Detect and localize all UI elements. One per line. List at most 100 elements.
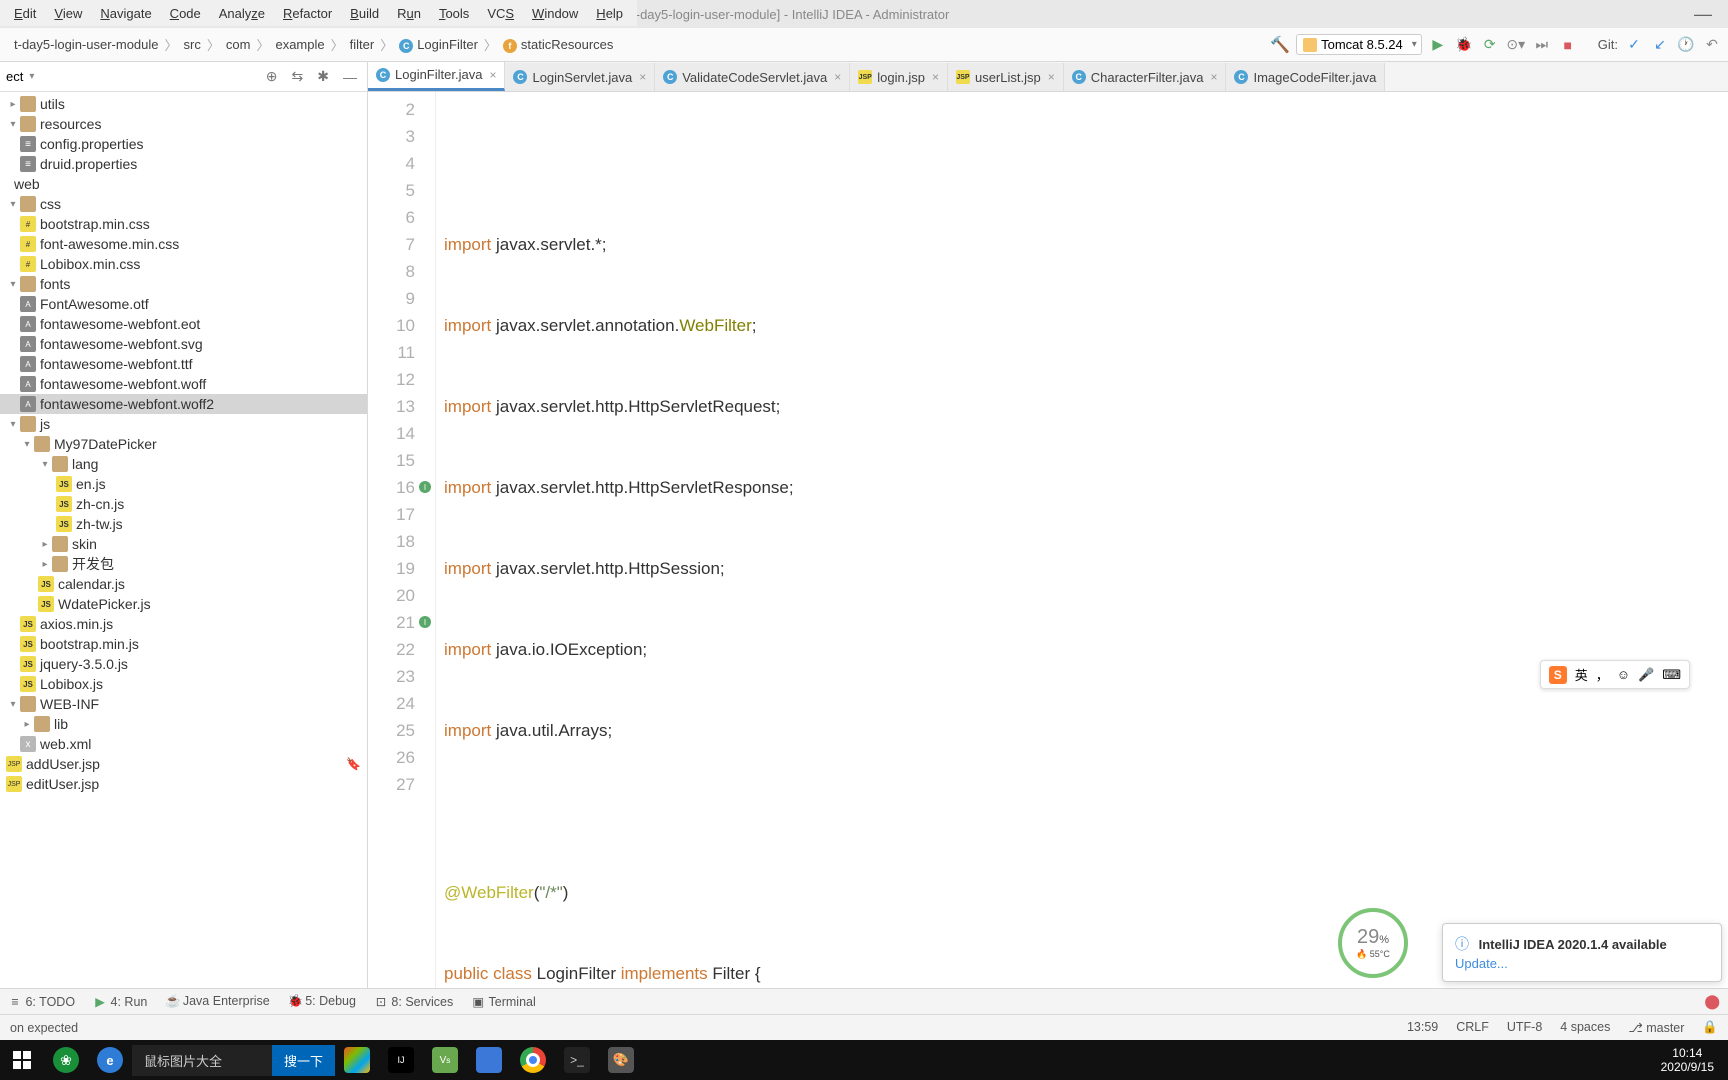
tool-terminal[interactable]: ▣ Terminal (471, 994, 536, 1009)
git-revert-icon[interactable]: ↶ (1702, 36, 1722, 53)
taskbar-search-button[interactable]: 搜一下 (272, 1045, 335, 1076)
sogou-icon[interactable]: S (1549, 666, 1567, 684)
tree-axios-js[interactable]: axios.min.js (40, 616, 113, 632)
tree-web[interactable]: web (14, 176, 40, 192)
project-selector[interactable]: ect (6, 69, 23, 84)
expand-icon[interactable]: ⇆ (288, 68, 308, 85)
crumb-class[interactable]: CLoginFilter (391, 33, 486, 57)
ime-lang[interactable]: 英 (1575, 665, 1588, 684)
bookmark-icon[interactable]: 🔖 (346, 757, 361, 771)
notif-update-link[interactable]: Update... (1455, 956, 1709, 971)
tree-fonts[interactable]: fonts (40, 276, 70, 292)
crumb-module[interactable]: t-day5-login-user-module (6, 33, 167, 56)
tab-loginjsp[interactable]: JSPlogin.jsp× (850, 63, 948, 91)
locate-icon[interactable]: ⊕ (262, 68, 282, 85)
tool-jee[interactable]: ☕ Java Enterprise (165, 994, 269, 1009)
tree-lobibox-js[interactable]: Lobibox.js (40, 676, 103, 692)
tab-userlist[interactable]: JSPuserList.jsp× (948, 63, 1064, 91)
tree-fa-woff[interactable]: fontawesome-webfont.woff (40, 376, 206, 392)
collapse-icon[interactable]: — (339, 69, 361, 85)
app-intellij[interactable]: IJ (379, 1040, 423, 1080)
crumb-com[interactable]: com (218, 33, 259, 56)
tree-en-js[interactable]: en.js (76, 476, 106, 492)
gutter[interactable]: 2 3 4 5 6 7 8 9 10 11 12 13 14 15 16I 17… (368, 92, 436, 988)
tool-todo[interactable]: ≡ 6: TODO (8, 995, 75, 1009)
menu-edit[interactable]: Edit (6, 4, 44, 23)
debug-icon[interactable]: 🐞 (1454, 36, 1474, 53)
caret-position[interactable]: 13:59 (1407, 1020, 1438, 1035)
run-config-selector[interactable]: Tomcat 8.5.24 (1296, 34, 1422, 55)
menu-analyze[interactable]: Analyze (211, 4, 273, 23)
tree-fa-svg[interactable]: fontawesome-webfont.svg (40, 336, 203, 352)
tool-debug[interactable]: 🐞 5: Debug (288, 994, 356, 1009)
tree-utils[interactable]: utils (40, 96, 65, 112)
app-wps[interactable] (467, 1040, 511, 1080)
menu-refactor[interactable]: Refactor (275, 4, 340, 23)
menu-code[interactable]: Code (162, 4, 209, 23)
taskbar-search[interactable]: 鼠标图片大全 (132, 1045, 272, 1076)
tool-services[interactable]: ⊡ 8: Services (374, 994, 453, 1009)
indent-setting[interactable]: 4 spaces (1560, 1020, 1610, 1035)
line-separator[interactable]: CRLF (1456, 1020, 1489, 1035)
menu-build[interactable]: Build (342, 4, 387, 23)
tree-jquery-js[interactable]: jquery-3.5.0.js (40, 656, 128, 672)
stop-icon[interactable]: ■ (1558, 37, 1578, 53)
tree-css[interactable]: css (40, 196, 61, 212)
menu-navigate[interactable]: Navigate (92, 4, 159, 23)
menu-help[interactable]: Help (588, 4, 631, 23)
lock-icon[interactable]: 🔒 (1702, 1020, 1718, 1035)
performance-gauge[interactable]: 29% 🔥 55°C (1338, 908, 1408, 978)
crumb-src[interactable]: src (176, 33, 209, 56)
tab-loginfilter[interactable]: CLoginFilter.java× (368, 62, 505, 91)
tab-imagecode[interactable]: CImageCodeFilter.java (1226, 63, 1385, 91)
app-cmd[interactable]: >_ (555, 1040, 599, 1080)
tree-zhtw-js[interactable]: zh-tw.js (76, 516, 123, 532)
tree-fa-woff2[interactable]: fontawesome-webfont.woff2 (40, 396, 214, 412)
menu-vcs[interactable]: VCS (479, 4, 522, 23)
crumb-filter[interactable]: filter (342, 33, 383, 56)
override-icon[interactable]: I (419, 616, 431, 628)
tab-charfilter[interactable]: CCharacterFilter.java× (1064, 63, 1227, 91)
error-indicator-icon[interactable]: ⬤ (1704, 993, 1720, 1010)
tree-lobibox-css[interactable]: Lobibox.min.css (40, 256, 140, 272)
app-360[interactable]: ❀ (44, 1040, 88, 1080)
tab-loginservlet[interactable]: CLoginServlet.java× (505, 63, 655, 91)
menu-window[interactable]: Window (524, 4, 586, 23)
ime-toolbar[interactable]: S 英 ， ☺ 🎤 ⌨ (1540, 660, 1690, 689)
menu-tools[interactable]: Tools (431, 4, 477, 23)
tree-adduser[interactable]: addUser.jsp (26, 756, 100, 772)
git-history-icon[interactable]: 🕐 (1676, 36, 1696, 53)
tree-fa-ttf[interactable]: fontawesome-webfont.ttf (40, 356, 193, 372)
tree-my97[interactable]: My97DatePicker (54, 436, 157, 452)
tree-fa-otf[interactable]: FontAwesome.otf (40, 296, 149, 312)
tree-bootstrap-js[interactable]: bootstrap.min.js (40, 636, 139, 652)
coverage-icon[interactable]: ⟳ (1480, 36, 1500, 53)
menu-run[interactable]: Run (389, 4, 429, 23)
git-commit-icon[interactable]: ↙ (1650, 36, 1670, 53)
project-tree[interactable]: ▸utils ▾resources ≡config.properties ≡dr… (0, 92, 367, 988)
close-icon[interactable]: × (489, 68, 496, 82)
tree-webxml[interactable]: web.xml (40, 736, 91, 752)
start-button[interactable] (0, 1040, 44, 1080)
tree-lib[interactable]: lib (54, 716, 68, 732)
ime-emoji-icon[interactable]: ☺ (1617, 667, 1630, 682)
profile-icon[interactable]: ⊙▾ (1506, 36, 1526, 53)
crumb-field[interactable]: fstaticResources (495, 33, 621, 57)
tree-bootstrap-css[interactable]: bootstrap.min.css (40, 216, 150, 232)
app-vscode[interactable]: Vs (423, 1040, 467, 1080)
file-encoding[interactable]: UTF-8 (1507, 1020, 1542, 1035)
tree-webinf[interactable]: WEB-INF (40, 696, 99, 712)
tab-validatecode[interactable]: CValidateCodeServlet.java× (655, 63, 850, 91)
code-lines[interactable]: import javax.servlet.*; import javax.ser… (436, 92, 1728, 988)
tree-resources[interactable]: resources (40, 116, 101, 132)
git-branch[interactable]: master (1628, 1020, 1684, 1035)
tree-zhcn-js[interactable]: zh-cn.js (76, 496, 124, 512)
tool-run[interactable]: ▶ 4: Run (93, 994, 147, 1009)
crumb-example[interactable]: example (267, 33, 332, 56)
ime-punct-icon[interactable]: ， (1596, 665, 1609, 684)
settings-icon[interactable]: ✱ (313, 68, 333, 85)
app-ie[interactable]: e (88, 1040, 132, 1080)
run-icon[interactable]: ▶ (1428, 36, 1448, 53)
window-minimize-icon[interactable]: — (1686, 4, 1720, 25)
menu-view[interactable]: View (46, 4, 90, 23)
